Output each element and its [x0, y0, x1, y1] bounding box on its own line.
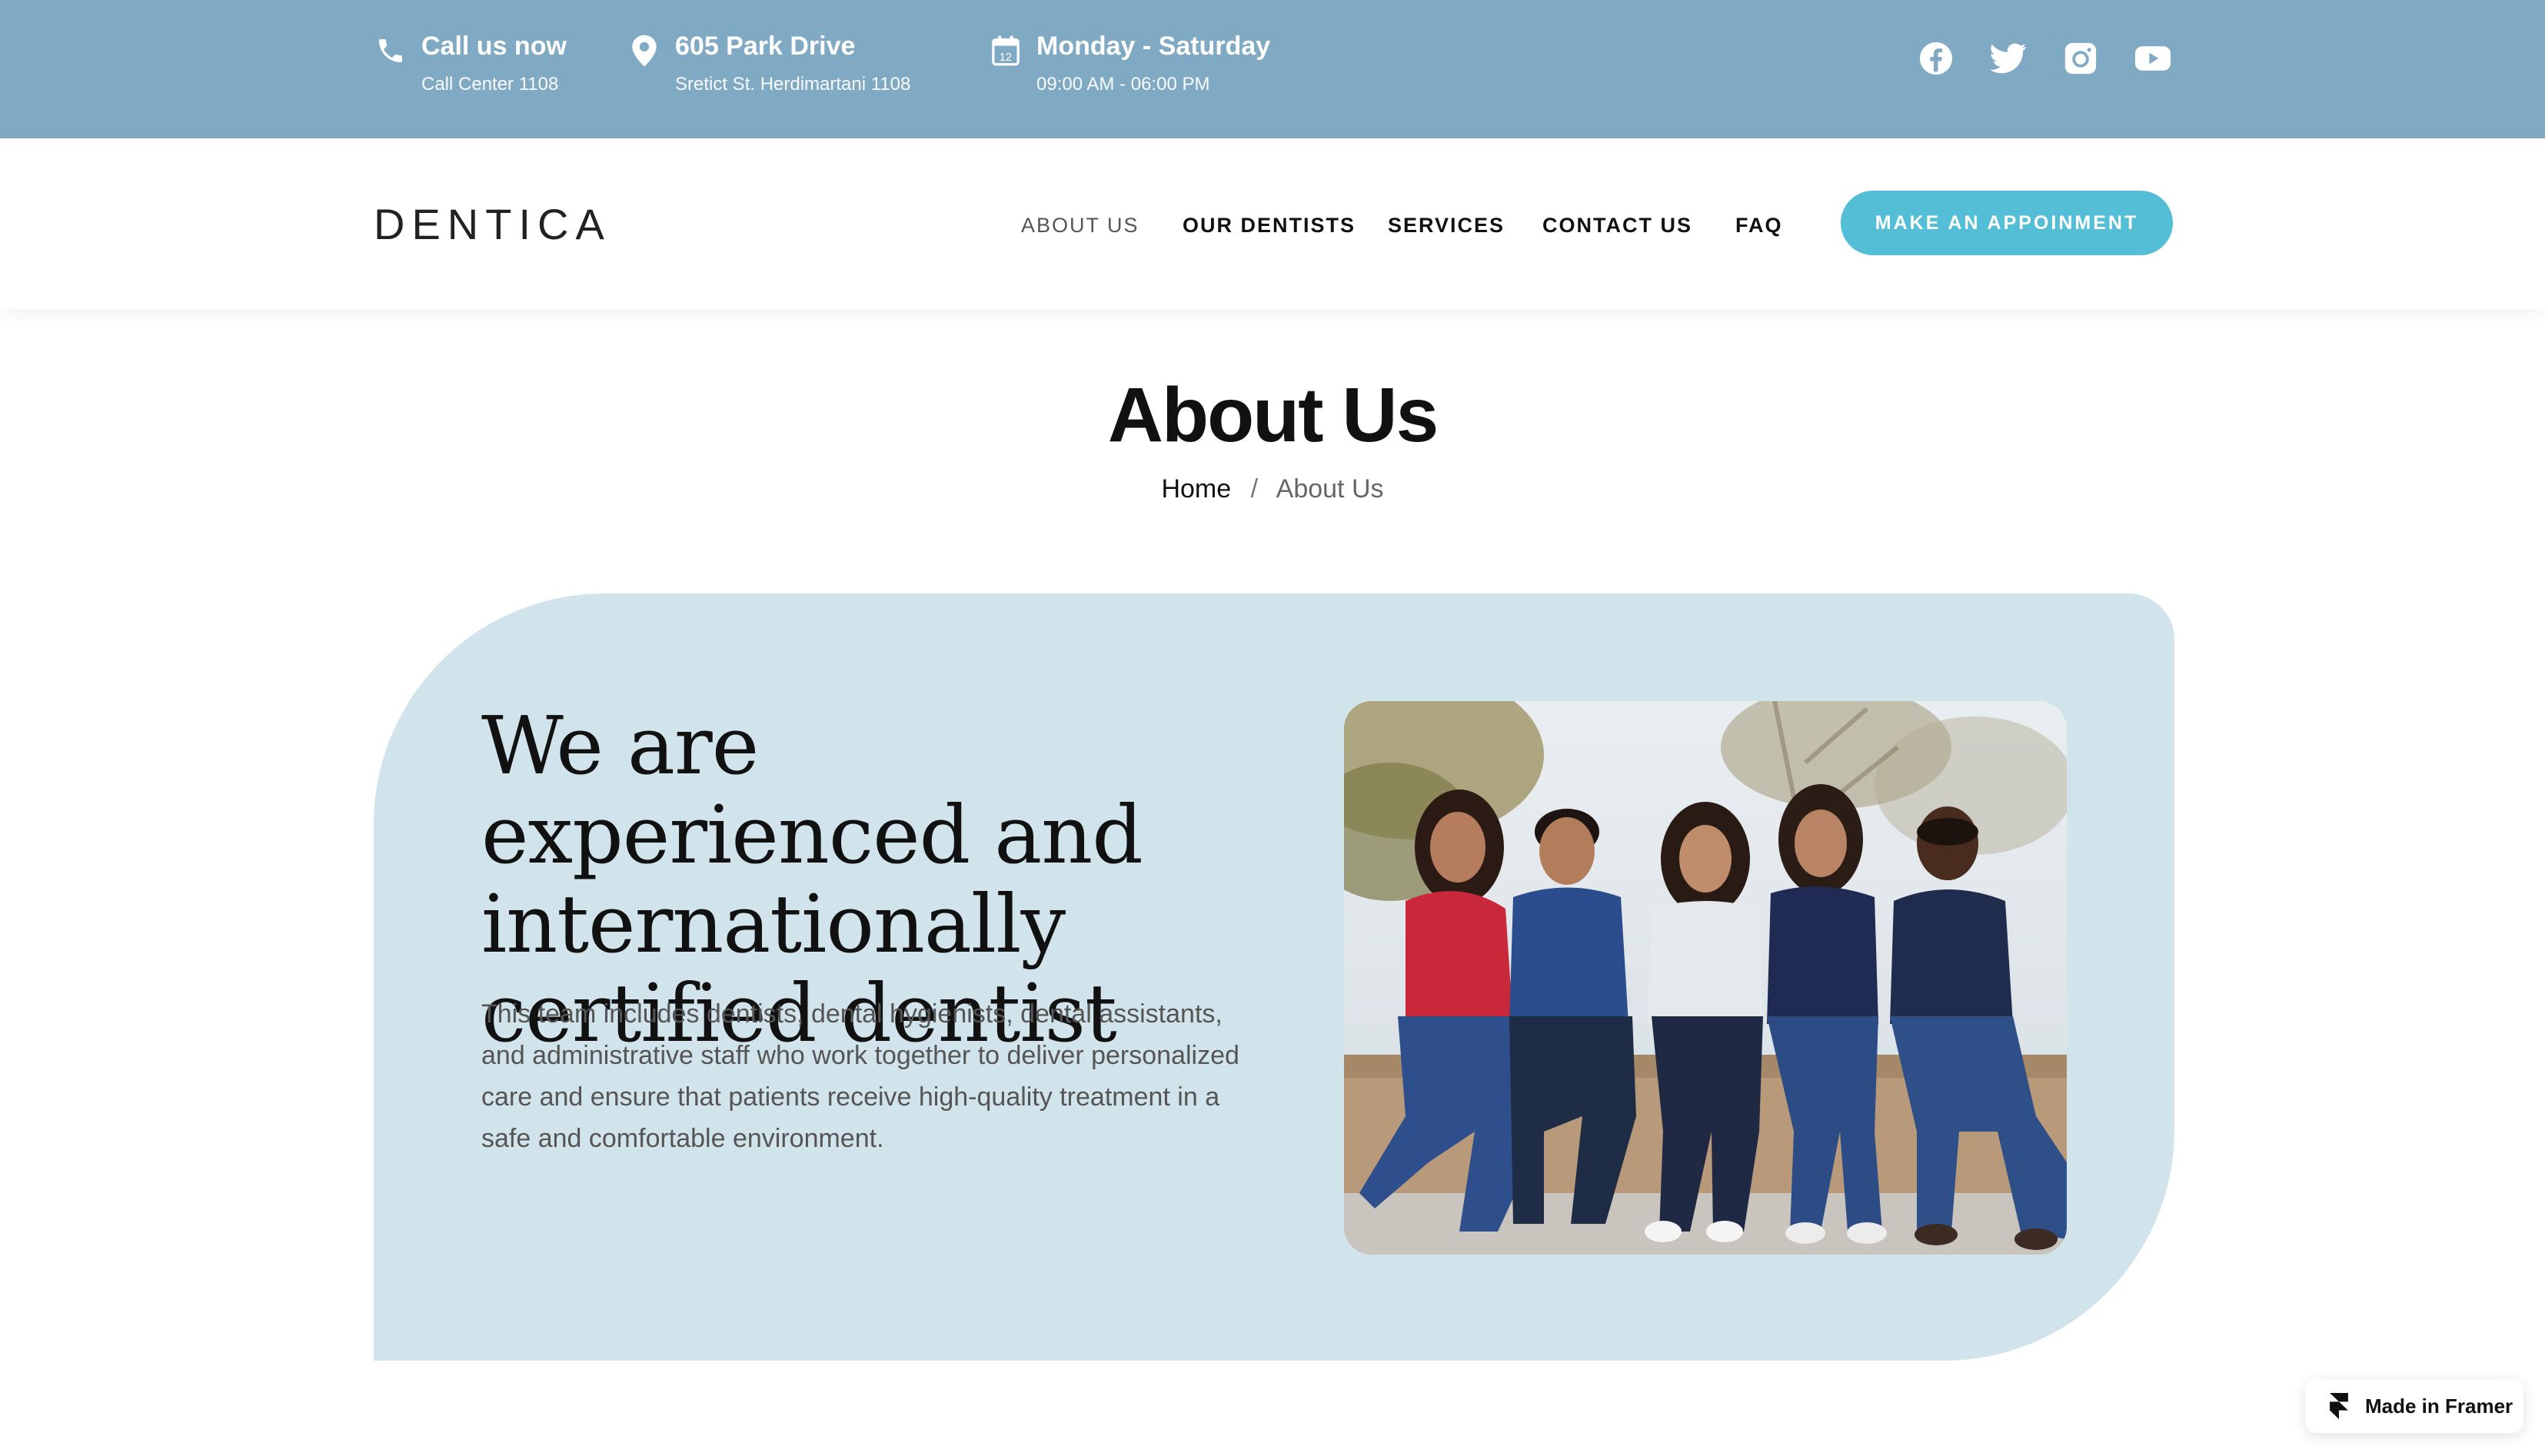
team-photo [1344, 701, 2067, 1255]
site-logo[interactable]: DENTICA [374, 200, 611, 249]
opening-hours: 12 Monday - Saturday 09:00 AM - 06:00 PM [989, 29, 1270, 98]
address-title: 605 Park Drive [675, 32, 856, 61]
framer-badge-text: Made in Framer [2365, 1394, 2513, 1418]
twitter-icon[interactable] [1990, 40, 2027, 77]
contact-phone[interactable]: Call us now Call Center 1108 [374, 29, 567, 98]
about-hero-card: We are experienced and internationally c… [374, 593, 2174, 1361]
svg-text:12: 12 [1000, 52, 1012, 64]
call-title: Call us now [421, 32, 567, 61]
map-pin-icon [627, 34, 661, 68]
top-info-bar: Call us now Call Center 1108 605 Park Dr… [0, 0, 2545, 138]
make-appointment-button[interactable]: MAKE AN APPOINMENT [1841, 191, 2173, 255]
framer-logo-icon [2328, 1393, 2350, 1419]
made-in-framer-badge[interactable]: Made in Framer [2305, 1379, 2523, 1433]
address-subtitle: Sretict St. Herdimartani 1108 [675, 74, 911, 95]
hero-description: This team includes dentists, dental hygi… [481, 999, 1239, 1153]
nav-item-services[interactable]: SERVICES [1388, 212, 1505, 238]
nav-item-contact-us[interactable]: CONTACT US [1542, 212, 1692, 238]
calendar-icon: 12 [989, 34, 1023, 68]
breadcrumb-separator: / [1250, 474, 1259, 504]
nav-item-faq[interactable]: FAQ [1735, 212, 1783, 238]
contact-address: 605 Park Drive Sretict St. Herdimartani … [627, 29, 910, 98]
hours-subtitle: 09:00 AM - 06:00 PM [1036, 74, 1210, 95]
facebook-icon[interactable] [1918, 40, 1954, 77]
nav-item-our-dentists[interactable]: OUR DENTISTS [1183, 212, 1356, 238]
breadcrumb: Home / About Us [0, 470, 2545, 507]
call-subtitle: Call Center 1108 [421, 74, 559, 95]
page-title: About Us [1107, 372, 1439, 458]
phone-icon [374, 34, 408, 68]
breadcrumb-home-link[interactable]: Home [1161, 474, 1231, 504]
hours-title: Monday - Saturday [1036, 32, 1271, 61]
nav-item-about-us[interactable]: ABOUT US [1021, 212, 1139, 238]
main-navigation: DENTICA ABOUT US OUR DENTISTS SERVICES C… [0, 138, 2545, 309]
youtube-icon[interactable] [2134, 40, 2171, 77]
breadcrumb-current: About Us [1276, 474, 1384, 504]
instagram-icon[interactable] [2062, 40, 2099, 77]
